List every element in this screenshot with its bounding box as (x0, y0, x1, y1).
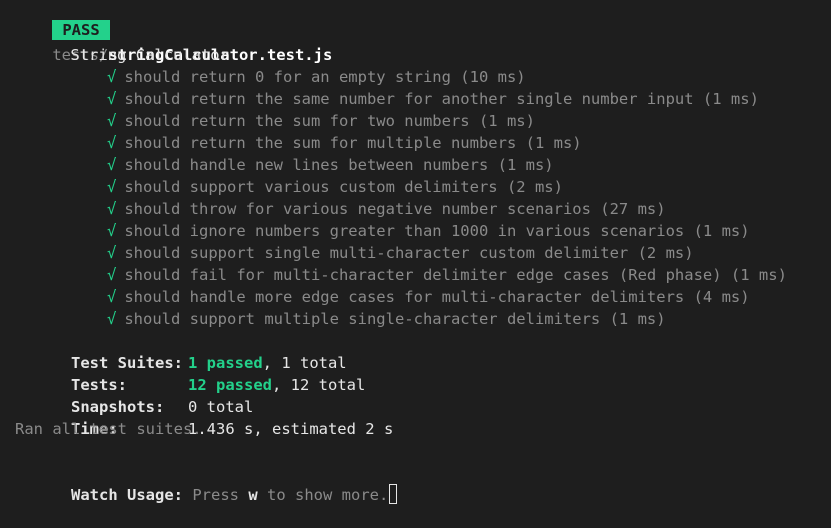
tests-label: Tests: (71, 376, 127, 394)
test-list: √ should return 0 for an empty string (10… (15, 44, 831, 328)
check-icon: √ (107, 200, 117, 218)
check-icon: √ (107, 310, 117, 328)
test-result-label: should return the sum for multiple numbe… (124, 134, 582, 152)
time-value: 1.436 s, estimated 2 s (188, 420, 394, 438)
watch-usage-prompt[interactable]: Watch Usage: Press w to show more. (15, 462, 831, 504)
test-result-label: should support various custom delimiters… (124, 178, 563, 196)
test-result-label: should return the sum for two numbers (1… (124, 112, 535, 130)
watch-usage-rest-text: to show more. (257, 486, 389, 504)
terminal-cursor[interactable] (389, 484, 398, 504)
test-result-label: should support single multi-character cu… (124, 244, 694, 262)
test-summary: Test Suites: 1 passed, 1 total Tests: 12 p… (15, 330, 831, 440)
check-icon: √ (107, 156, 117, 174)
check-icon: √ (107, 222, 117, 240)
test-result-label: should handle new lines between numbers … (124, 156, 554, 174)
check-icon: √ (107, 244, 117, 262)
test-suites-label: Test Suites: (71, 354, 183, 372)
test-result-label: should return the same number for anothe… (124, 90, 759, 108)
snapshots-value: 0 total (188, 398, 254, 416)
ran-all-message: Ran all test suites. (15, 420, 202, 438)
test-result-label: should support multiple single-character… (124, 310, 666, 328)
test-suites-total: , 1 total (262, 354, 347, 372)
test-suites-summary-line: Test Suites: 1 passed, 1 total (15, 330, 831, 372)
test-file-header: PASS tests/stringCalculator.test.js (15, 0, 831, 64)
test-result-label: should fail for multi-character delimite… (124, 266, 787, 284)
check-icon: √ (107, 112, 117, 130)
watch-usage-key: w (248, 486, 258, 504)
pass-badge: PASS (52, 20, 110, 40)
test-result-label: should return 0 for an empty string (10 … (124, 68, 526, 86)
check-icon: √ (107, 178, 117, 196)
check-icon: √ (107, 288, 117, 306)
suite-title-line: String Calculator (15, 22, 831, 64)
watch-usage-label: Watch Usage: (71, 486, 183, 504)
test-result-label: should throw for various negative number… (124, 200, 666, 218)
tests-total: , 12 total (272, 376, 366, 394)
terminal-window: PASS tests/stringCalculator.test.js Stri… (0, 0, 831, 504)
check-icon: √ (107, 90, 117, 108)
tests-passed: 12 passed (188, 376, 272, 394)
test-result-label: should ignore numbers greater than 1000 … (124, 222, 750, 240)
check-icon: √ (107, 68, 117, 86)
test-suites-passed: 1 passed (188, 354, 263, 372)
check-icon: √ (107, 266, 117, 284)
watch-usage-press-text: Press (192, 486, 249, 504)
watch-usage-line: Watch Usage: Press w to show more. (15, 462, 831, 504)
test-result-label: should handle more edge cases for multi-… (124, 288, 750, 306)
suite-title: String Calculator (70, 46, 229, 64)
snapshots-label: Snapshots: (71, 398, 165, 416)
check-icon: √ (107, 134, 117, 152)
